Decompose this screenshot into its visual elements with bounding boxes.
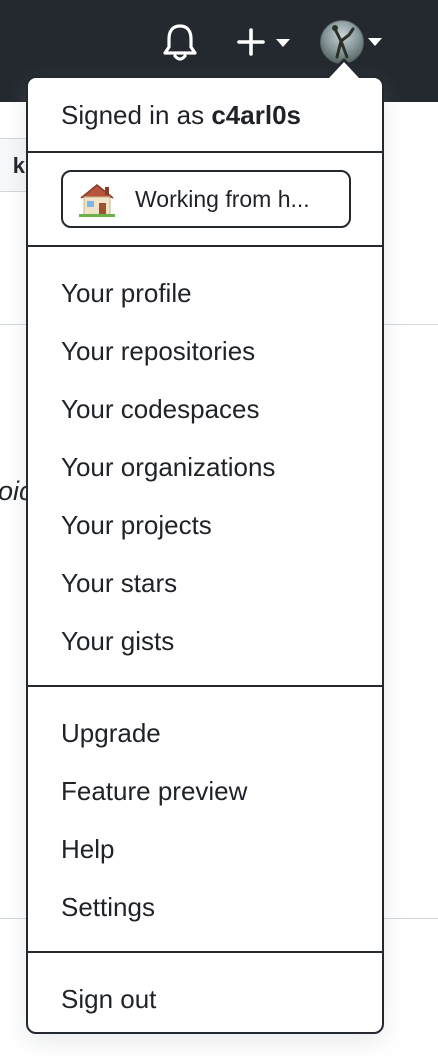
bell-icon[interactable] (162, 22, 198, 62)
username: c4arl0s (211, 100, 301, 130)
signed-in-label: Signed in as c4arl0s (61, 100, 301, 131)
signed-in-prefix: Signed in as (61, 100, 205, 130)
menu-pointer-inner (329, 62, 359, 78)
menu-divider (28, 151, 382, 153)
status-text: Working from h... (135, 186, 310, 212)
menu-item-settings[interactable]: Settings (61, 890, 155, 924)
menu-item-sign-out[interactable]: Sign out (61, 982, 156, 1016)
bell-icon-svg (163, 24, 197, 61)
chevron-down-icon (276, 39, 290, 47)
menu-item-help[interactable]: Help (61, 832, 114, 866)
menu-divider (28, 245, 382, 247)
house-icon (79, 183, 115, 217)
user-dropdown-menu: Signed in as c4arl0s Working from h... Y… (26, 76, 384, 1034)
menu-item-upgrade[interactable]: Upgrade (61, 716, 161, 750)
page: k oic Signed in as c4arl0s Working from … (0, 0, 438, 1056)
menu-item-your-profile[interactable]: Your profile (61, 276, 192, 310)
menu-item-your-projects[interactable]: Your projects (61, 508, 212, 542)
menu-item-your-codespaces[interactable]: Your codespaces (61, 392, 260, 426)
menu-divider (28, 951, 382, 953)
menu-item-your-repositories[interactable]: Your repositories (61, 334, 255, 368)
chevron-down-icon (368, 38, 382, 46)
avatar-image (332, 25, 355, 59)
create-new-button[interactable] (236, 24, 294, 60)
house-icon-svg (79, 184, 115, 217)
plus-icon (237, 28, 265, 56)
set-status-button[interactable]: Working from h... (61, 170, 351, 228)
menu-item-your-stars[interactable]: Your stars (61, 566, 177, 600)
menu-item-feature-preview[interactable]: Feature preview (61, 774, 247, 808)
menu-item-your-gists[interactable]: Your gists (61, 624, 174, 658)
menu-divider (28, 685, 382, 687)
menu-item-your-organizations[interactable]: Your organizations (61, 450, 275, 484)
